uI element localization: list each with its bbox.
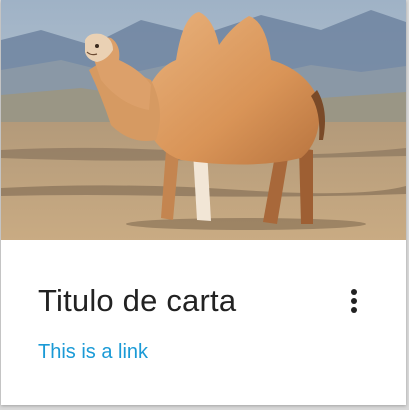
card: Titulo de carta This is a link [1,0,406,405]
card-image [1,0,406,240]
card-link[interactable]: This is a link [38,341,148,364]
more-vertical-icon [351,289,357,313]
card-title: Titulo de carta [38,283,237,318]
card-menu-button[interactable] [343,286,365,316]
